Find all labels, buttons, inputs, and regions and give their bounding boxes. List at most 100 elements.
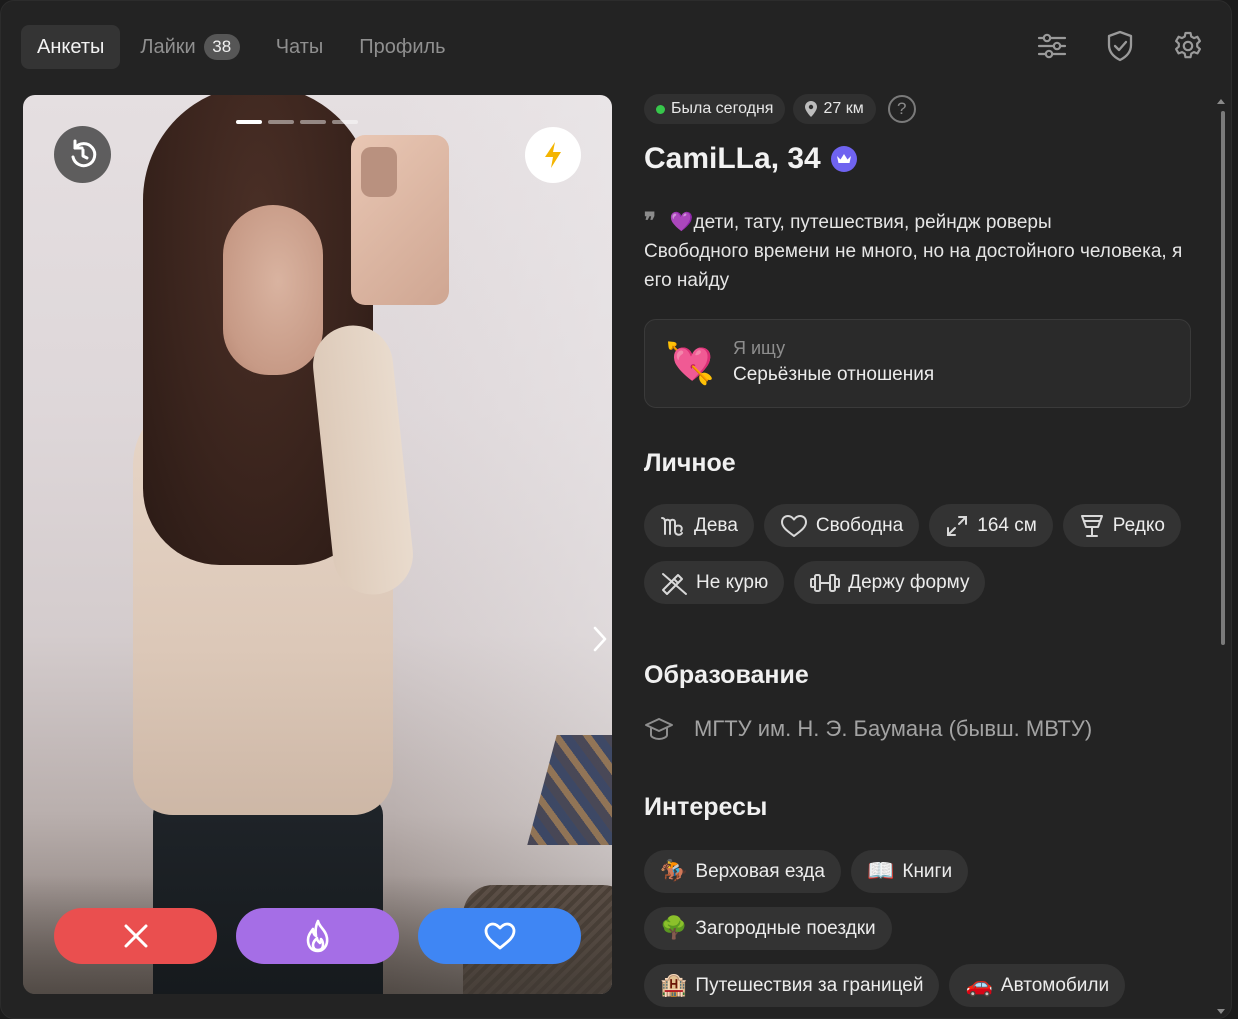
- heart-outline-icon: [780, 514, 807, 537]
- car-icon: 🚗: [965, 972, 993, 998]
- like-button[interactable]: [418, 908, 581, 964]
- tab-profile[interactable]: Профиль: [343, 25, 461, 69]
- distance-chip: 27 км: [793, 94, 876, 124]
- horse-riding-icon: 🏇: [660, 858, 688, 884]
- interest-label: Верховая езда: [695, 860, 825, 882]
- status-row: Была сегодня 27 км ?: [644, 93, 1204, 125]
- pill-smoking: Не курю: [644, 561, 785, 604]
- photo-pager-dot[interactable]: [300, 120, 326, 124]
- photo-pager-dot[interactable]: [268, 120, 294, 124]
- top-nav: Анкеты Лайки 38 Чаты Профиль: [21, 25, 462, 69]
- pill-label: Дева: [694, 514, 738, 536]
- top-toolbar: [1031, 25, 1209, 67]
- seeking-label: Я ищу: [733, 338, 786, 358]
- interest-pill: 🏇 Верховая езда: [644, 850, 841, 893]
- online-dot-icon: [656, 104, 665, 114]
- distance-text: 27 км: [823, 100, 864, 117]
- app-window: Анкеты Лайки 38 Чаты Профиль Была сегодн…: [0, 0, 1232, 1019]
- personal-section: Личное Дева Свободна 164 см Редко Не кур…: [644, 449, 1204, 604]
- location-pin-icon: [805, 101, 818, 117]
- pill-label: Не курю: [696, 571, 769, 593]
- online-status-text: Была сегодня: [671, 100, 774, 117]
- photo-legs: [153, 795, 383, 994]
- photo-pager: [236, 120, 358, 124]
- heart-icon: [484, 922, 515, 950]
- gear-icon[interactable]: [1167, 25, 1209, 67]
- book-icon: 📖: [866, 858, 895, 884]
- tab-label: Профиль: [359, 35, 446, 58]
- pill-sport: Держу форму: [794, 561, 986, 604]
- scrollbar[interactable]: [1217, 99, 1225, 1018]
- rewind-icon: [71, 139, 96, 167]
- interest-pill: 🚗 Автомобили: [949, 964, 1126, 1007]
- photo-pager-dot[interactable]: [332, 120, 358, 124]
- profile-photo[interactable]: [23, 95, 612, 994]
- tab-chats[interactable]: Чаты: [260, 25, 340, 69]
- tree-icon: 🌳: [660, 915, 688, 941]
- next-photo-arrow-icon[interactable]: [585, 623, 612, 655]
- filters-icon[interactable]: [1031, 25, 1073, 67]
- pill-label: Свободна: [815, 514, 904, 536]
- profile-info: Была сегодня 27 км ? CamiLLa, 34 ❞ 💜дети,…: [644, 93, 1204, 1007]
- interests-title: Интересы: [644, 793, 768, 821]
- interest-pill: 🌳 Загородные поездки: [644, 907, 892, 950]
- crown-badge-icon: [830, 146, 857, 172]
- bio-line-1: 💜дети, тату, путешествия, рейндж роверы: [669, 212, 1052, 233]
- flame-icon: [306, 919, 328, 953]
- pill-zodiac: Дева: [644, 504, 754, 547]
- tab-label: Анкеты: [37, 35, 105, 58]
- profile-bio: ❞ 💜дети, тату, путешествия, рейндж роверы…: [644, 207, 1184, 295]
- dumbbell-icon: [810, 573, 841, 592]
- interest-pill: 🏨 Путешествия за границей: [644, 964, 940, 1007]
- pill-relationship: Свободна: [763, 504, 920, 547]
- shield-check-icon[interactable]: [1099, 25, 1141, 67]
- no-smoking-icon: [662, 572, 687, 595]
- name-age-text: CamiLLa, 34: [644, 142, 821, 175]
- pill-label: Редко: [1112, 514, 1165, 536]
- pill-height: 164 см: [929, 504, 1053, 547]
- tab-label: Лайки: [140, 35, 196, 58]
- interest-pill: 📖 Книги: [850, 850, 969, 893]
- tab-likes[interactable]: Лайки 38: [124, 25, 255, 69]
- boost-button[interactable]: [525, 127, 581, 183]
- scroll-thumb[interactable]: [1221, 111, 1225, 645]
- swipe-actions: [54, 908, 581, 964]
- photo-pager-dot[interactable]: [236, 120, 262, 124]
- photo-phone: [351, 135, 449, 305]
- tab-label: Чаты: [275, 35, 324, 58]
- education-section: Образование МГТУ им. Н. Э. Баумана (бывш…: [644, 661, 1092, 742]
- seeking-card: 💘 Я ищу Серьёзные отношения: [644, 319, 1191, 408]
- graduation-cap-icon: [645, 718, 673, 740]
- scroll-up-arrow-icon[interactable]: [1217, 99, 1225, 104]
- hotel-icon: 🏨: [660, 972, 688, 998]
- close-icon: [124, 924, 147, 948]
- tab-profiles[interactable]: Анкеты: [21, 25, 121, 69]
- interest-label: Автомобили: [1000, 974, 1110, 996]
- pill-label: 164 см: [977, 514, 1037, 536]
- bio-line-2: Свободного времени не много, но на досто…: [644, 241, 1183, 291]
- education-title: Образование: [644, 661, 809, 689]
- pill-alcohol: Редко: [1062, 504, 1181, 547]
- likes-count-badge: 38: [203, 34, 240, 60]
- photo-face: [223, 205, 323, 375]
- lightning-icon: [545, 142, 561, 168]
- rewind-button[interactable]: [54, 126, 111, 183]
- pill-label: Держу форму: [848, 571, 970, 593]
- heart-arrow-icon: 💘: [665, 341, 715, 387]
- personal-title: Личное: [644, 449, 736, 477]
- interest-label: Книги: [902, 860, 953, 882]
- photo-phone-camera: [361, 147, 397, 197]
- education-value: МГТУ им. Н. Э. Баумана (бывш. МВТУ): [694, 716, 1093, 741]
- interest-label: Загородные поездки: [695, 917, 876, 939]
- quote-icon: ❞: [644, 208, 656, 234]
- superlike-button[interactable]: [236, 908, 399, 964]
- virgo-icon: [661, 516, 683, 536]
- interests-pills: 🏇 Верховая езда 📖 Книги 🌳 Загородные поездк…: [644, 850, 1144, 1007]
- interests-section: Интересы 🏇 Верховая езда 📖 Книги 🌳 Загородн…: [644, 793, 1144, 1007]
- dislike-button[interactable]: [54, 908, 217, 964]
- profile-name: CamiLLa, 34: [644, 139, 1204, 179]
- wine-glass-icon: [1080, 514, 1103, 537]
- help-icon[interactable]: ?: [887, 95, 916, 123]
- scroll-down-arrow-icon[interactable]: [1217, 1009, 1225, 1014]
- personal-pills: Дева Свободна 164 см Редко Не курю Держу…: [644, 504, 1204, 604]
